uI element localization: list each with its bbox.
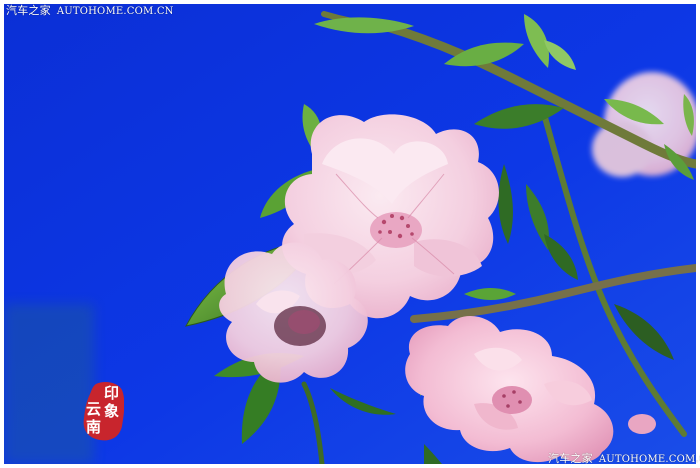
- image-frame: 汽车之家 AUTOHOME.COM.CN 印 象 云 南 汽车之家 AUTOHOME…: [0, 0, 700, 468]
- seal-char-2: 象: [104, 402, 120, 420]
- seal-char-4: 南: [86, 418, 102, 436]
- watermark-site: AUTOHOME.COM.CN: [56, 6, 174, 17]
- watermark-bottom: 汽车之家 AUTOHOME.COM.CN: [548, 453, 700, 466]
- watermark-top: 汽车之家 AUTOHOME.COM.CN: [6, 5, 174, 18]
- watermark-brand: 汽车之家: [6, 4, 51, 17]
- seal-char-3: 云: [86, 400, 102, 418]
- yunnan-impression-seal: 印 象 云 南: [82, 380, 124, 442]
- seal-char-1: 印: [104, 384, 120, 402]
- watermark-brand-bottom: 汽车之家: [548, 452, 593, 465]
- watermark-site-bottom: AUTOHOME.COM.CN: [598, 454, 700, 465]
- blossom-bud: [628, 414, 656, 434]
